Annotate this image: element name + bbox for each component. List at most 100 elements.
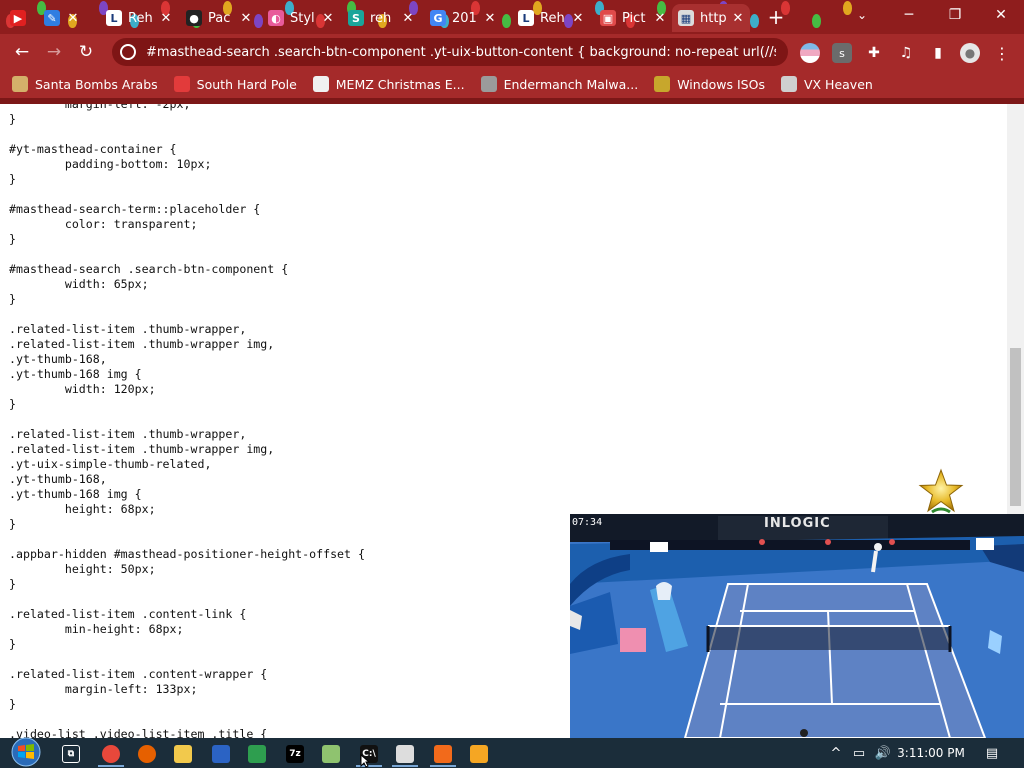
- tab-close-icon[interactable]: ✕: [160, 11, 172, 26]
- extensions-puzzle-icon[interactable]: ✚: [864, 43, 884, 63]
- bookmark-item[interactable]: Santa Bombs Arabs: [12, 76, 158, 92]
- taskbar-chrome-button[interactable]: [94, 741, 128, 767]
- bookmark-label: South Hard Pole: [196, 76, 297, 92]
- tab-title: Pict: [622, 10, 646, 26]
- flag-extension-icon[interactable]: [800, 43, 820, 63]
- taskbar-notepadpp-button[interactable]: [314, 741, 348, 767]
- video-overlay[interactable]: 07:34 INLOGIC: [570, 514, 1024, 738]
- tab-5[interactable]: Sreh ✕: [342, 4, 420, 32]
- tab-close-icon[interactable]: ✕: [66, 11, 80, 26]
- chrome-icon: [102, 745, 120, 763]
- powershell-icon: [212, 745, 230, 763]
- taskbar-task-view-button[interactable]: ⧉: [54, 741, 88, 767]
- action-center-icon[interactable]: ▤: [978, 738, 1006, 768]
- code-line: }: [9, 637, 16, 651]
- tab-close-icon[interactable]: ✕: [484, 11, 496, 26]
- tab-close-icon[interactable]: ✕: [322, 11, 334, 26]
- minimize-button[interactable]: ─: [886, 0, 932, 30]
- forward-button[interactable]: →: [41, 40, 67, 64]
- close-window-button[interactable]: ✕: [978, 0, 1024, 30]
- bookmark-item[interactable]: South Hard Pole: [173, 76, 297, 92]
- notepadpp-icon: [322, 745, 340, 763]
- reload-button[interactable]: ↻: [73, 40, 99, 64]
- media-control-icon[interactable]: ♫: [896, 43, 916, 63]
- tab-title: http: [700, 10, 726, 26]
- light-bulb-icon: [812, 14, 821, 28]
- new-tab-button[interactable]: +: [766, 7, 786, 27]
- code-line: #masthead-search-term::placeholder {: [9, 202, 261, 216]
- taskbar-green-app-button[interactable]: [240, 741, 274, 767]
- taskbar-firefox-button[interactable]: [130, 741, 164, 767]
- bookmark-item[interactable]: VX Heaven: [780, 76, 873, 92]
- tab-3[interactable]: ● Pac ✕: [180, 4, 258, 32]
- tab-7[interactable]: L Reh ✕: [512, 4, 590, 32]
- taskbar-xampp-button[interactable]: [426, 741, 460, 767]
- edit-icon: ✎: [44, 10, 60, 26]
- code-line: #masthead-search .search-btn-component {: [9, 262, 289, 276]
- network-icon[interactable]: ▭: [848, 738, 870, 768]
- taskbar-clock[interactable]: 3:11:00 PM: [896, 738, 966, 768]
- code-line: }: [9, 172, 16, 186]
- back-button[interactable]: ←: [9, 40, 35, 64]
- taskbar-file-explorer-button[interactable]: [166, 741, 200, 767]
- tab-0[interactable]: ▶: [4, 4, 36, 32]
- task-view-icon: ⧉: [62, 745, 80, 763]
- code-line: .yt-uix-simple-thumb-related,: [9, 457, 212, 471]
- bookmark-item[interactable]: Windows ISOs: [654, 76, 765, 92]
- side-panel-icon[interactable]: ▮: [928, 43, 948, 63]
- tab-search-button[interactable]: ⌄: [852, 8, 872, 26]
- tab-close-icon[interactable]: ✕: [572, 11, 584, 26]
- taskbar-powershell-button[interactable]: [204, 741, 238, 767]
- xampp-icon: [434, 745, 452, 763]
- tab-8[interactable]: ▣ Pict ✕: [594, 4, 672, 32]
- address-bar[interactable]: #masthead-search .search-btn-component .…: [112, 38, 788, 66]
- tennis-game-scene: [570, 514, 1024, 738]
- bookmark-label: Santa Bombs Arabs: [35, 76, 158, 92]
- tab-4[interactable]: ◐ Styl ✕: [262, 4, 340, 32]
- css-source-text: margin-left: -2px;} #yt-masthead-containe…: [9, 104, 365, 738]
- bookmark-item[interactable]: Endermanch Malwa...: [480, 76, 638, 92]
- star-ornament-icon: [918, 468, 964, 514]
- restore-button[interactable]: ❐: [932, 0, 978, 30]
- tab-title: Pac: [208, 10, 231, 26]
- taskbar-7zip-button[interactable]: 7z: [278, 741, 312, 767]
- search-app-icon: [470, 745, 488, 763]
- scrollbar-thumb[interactable]: [1010, 348, 1021, 506]
- code-line: width: 65px;: [9, 277, 149, 291]
- qr-app-icon: [396, 745, 414, 763]
- tab-2[interactable]: L Reh ✕: [100, 4, 178, 32]
- start-button[interactable]: [8, 737, 44, 767]
- bookmark-item[interactable]: MEMZ Christmas E...: [312, 76, 465, 92]
- bookmark-favicon-icon: [480, 76, 497, 92]
- bookmarks-bar: Santa Bombs Arabs South Hard Pole MEMZ Chr…: [0, 70, 1024, 98]
- address-text: #masthead-search .search-btn-component .…: [146, 44, 776, 60]
- tab-6[interactable]: G 201 ✕: [424, 4, 502, 32]
- code-line: }: [9, 517, 16, 531]
- volume-icon[interactable]: 🔊: [872, 738, 894, 768]
- bookmark-favicon-icon: [654, 76, 671, 92]
- tab-close-icon[interactable]: ✕: [240, 11, 252, 26]
- code-line: .related-list-item .thumb-wrapper img,: [9, 442, 275, 456]
- s-extension-icon[interactable]: s: [832, 43, 852, 63]
- taskbar-search-app-button[interactable]: [462, 741, 496, 767]
- tab-9[interactable]: ▦ http ✕: [672, 4, 750, 32]
- browser-menu-icon[interactable]: ⋮: [992, 43, 1012, 63]
- tray-overflow-chevron-icon[interactable]: ^: [826, 738, 846, 768]
- youtube-icon: ▶: [10, 10, 26, 26]
- taskbar-qr-app-button[interactable]: [388, 741, 422, 767]
- profile-avatar-icon[interactable]: ●: [960, 43, 980, 63]
- tab-close-icon[interactable]: ✕: [654, 11, 666, 26]
- bookmark-label: Windows ISOs: [677, 76, 765, 92]
- tab-close-icon[interactable]: ✕: [732, 11, 744, 26]
- code-line: min-height: 68px;: [9, 622, 184, 636]
- tab-1[interactable]: ✎ ✕: [38, 4, 96, 32]
- code-line: .yt-thumb-168,: [9, 352, 107, 366]
- tab-close-icon[interactable]: ✕: [402, 11, 414, 26]
- code-line: .related-list-item .thumb-wrapper img,: [9, 337, 275, 351]
